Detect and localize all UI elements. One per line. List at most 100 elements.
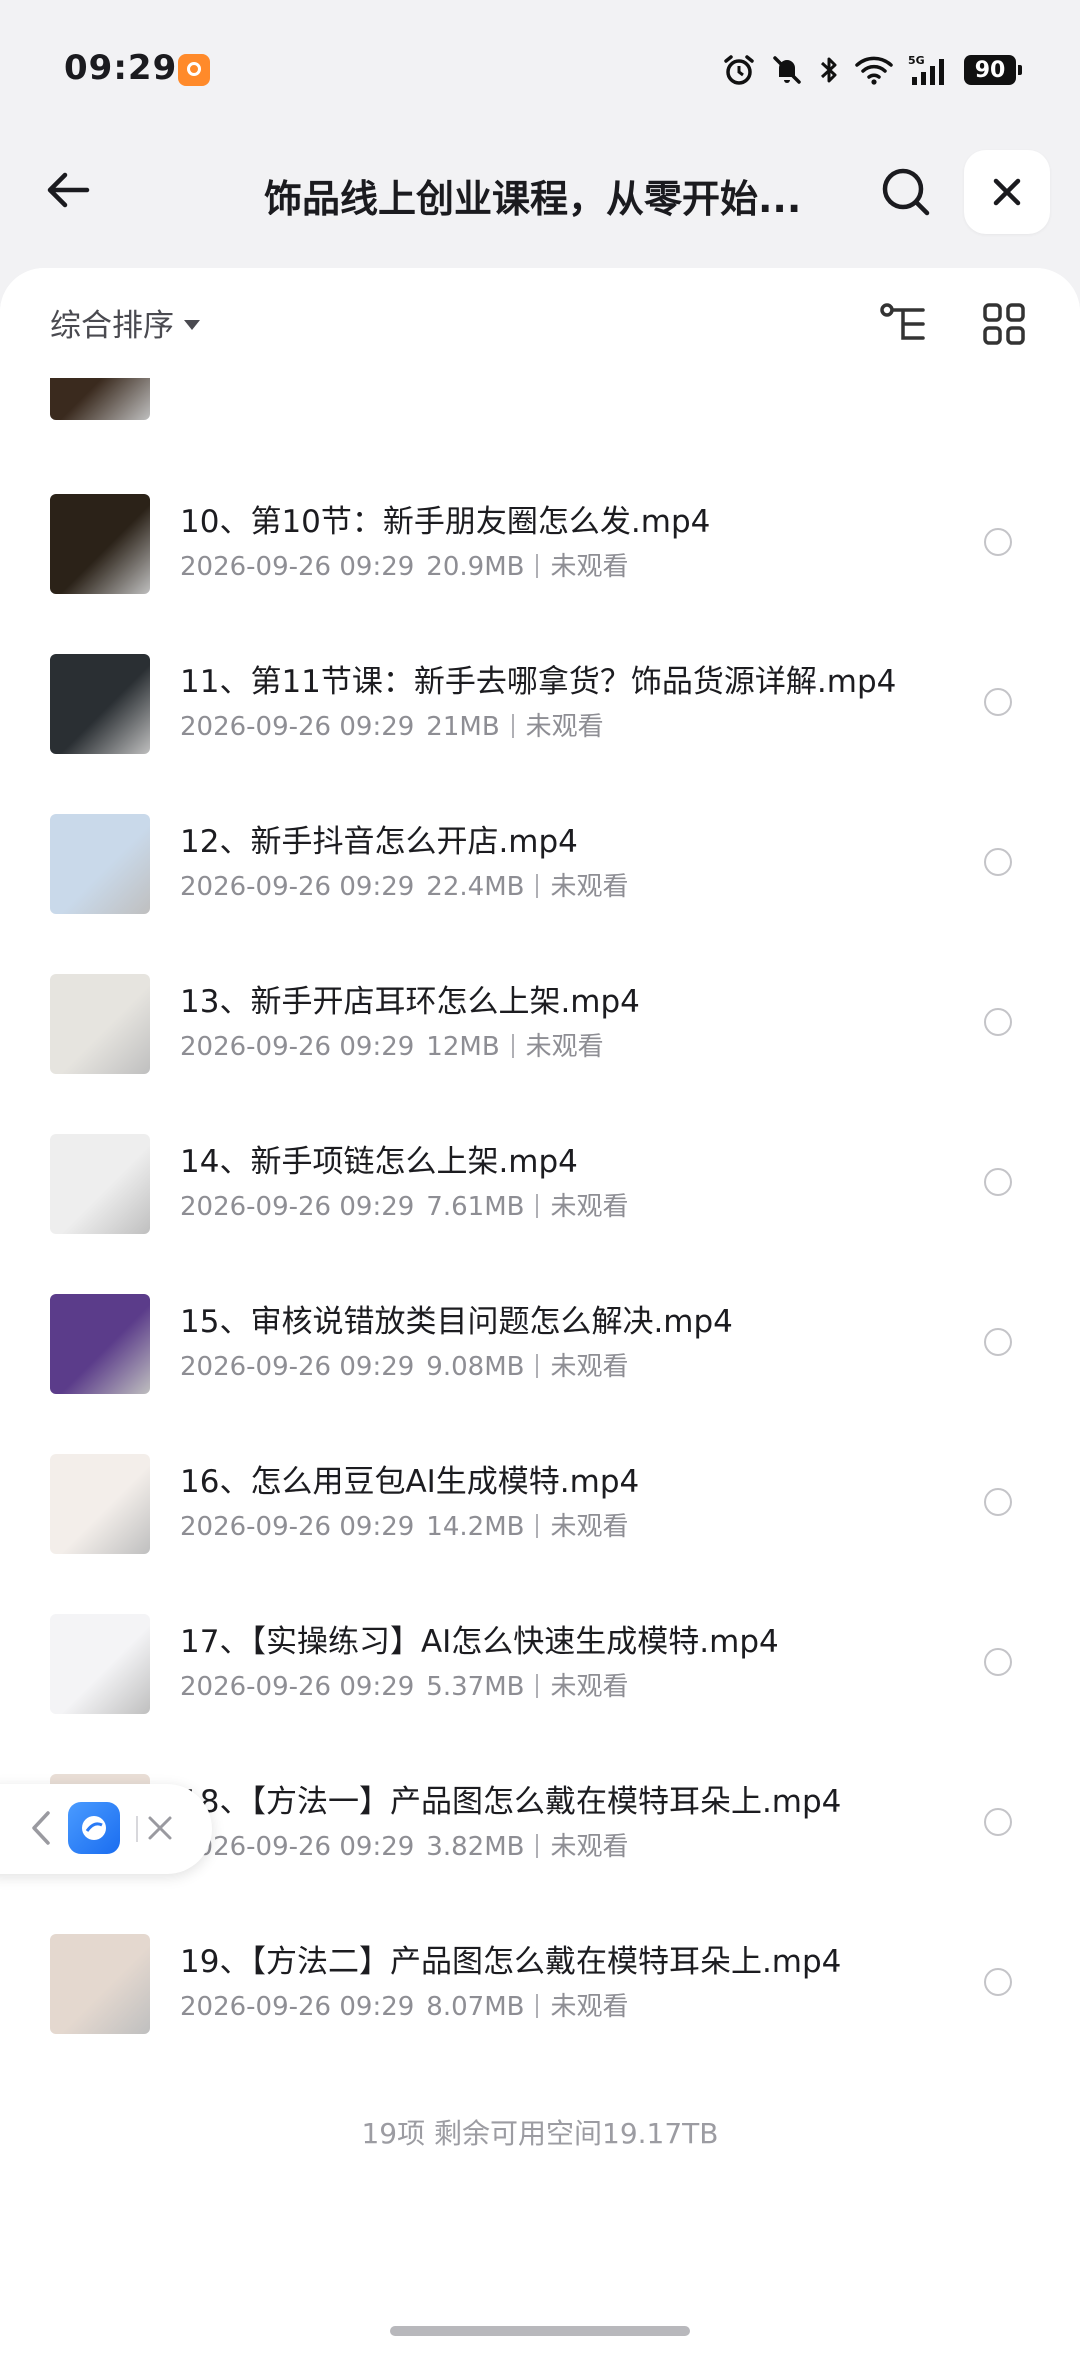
meta-separator	[536, 1514, 539, 1538]
meta-separator	[511, 714, 514, 738]
sort-dropdown[interactable]: 综合排序	[50, 300, 200, 345]
file-name: 17、【实操练习】AI怎么快速生成模特.mp4	[180, 1624, 779, 1660]
file-row[interactable]: 10、第10节：新手朋友圈怎么发.mp4 2026-09-26 09:29 20.9…	[0, 494, 1080, 654]
file-meta: 2026-09-26 09:29 9.08MB 未观看	[180, 1346, 628, 1383]
watch-status: 未观看	[550, 1992, 629, 2022]
watch-status: 未观看	[550, 1832, 629, 1862]
close-icon	[148, 1816, 172, 1840]
search-button[interactable]	[872, 158, 940, 226]
meta-separator	[536, 1354, 539, 1378]
video-thumbnail	[50, 1134, 150, 1234]
select-radio[interactable]	[984, 1648, 1012, 1676]
file-row[interactable]: 17、【实操练习】AI怎么快速生成模特.mp4 2026-09-26 09:29 5…	[0, 1614, 1080, 1774]
file-name: 10、第10节：新手朋友圈怎么发.mp4	[180, 504, 711, 540]
alarm-icon	[724, 55, 754, 85]
file-name: 15、审核说错放类目问题怎么解决.mp4	[180, 1304, 733, 1340]
helper-app-icon[interactable]	[68, 1802, 120, 1854]
tree-view-button[interactable]	[876, 296, 932, 352]
file-date: 2026-09-26 09:29	[180, 1832, 415, 1862]
meta-separator	[536, 874, 539, 898]
select-radio[interactable]	[984, 1328, 1012, 1356]
file-size: 14.2MB	[426, 1512, 525, 1542]
file-size: 9.08MB	[426, 1352, 525, 1382]
helper-collapse-button[interactable]	[26, 1806, 56, 1850]
grid-view-button[interactable]	[976, 296, 1032, 352]
file-size: 8.07MB	[426, 1992, 525, 2022]
watch-status: 未观看	[550, 872, 629, 902]
back-arrow-icon	[47, 172, 90, 208]
file-date: 2026-09-26 09:29	[180, 1032, 415, 1062]
chevron-left-icon	[32, 1811, 50, 1845]
video-thumbnail	[50, 1934, 150, 2034]
watch-status: 未观看	[525, 712, 604, 742]
select-radio[interactable]	[984, 528, 1012, 556]
meta-separator	[536, 1834, 539, 1858]
caret-down-icon	[184, 319, 200, 330]
file-size: 7.61MB	[426, 1192, 525, 1222]
watch-status: 未观看	[550, 1512, 629, 1542]
file-row[interactable]: 15、审核说错放类目问题怎么解决.mp4 2026-09-26 09:29 9.08…	[0, 1294, 1080, 1454]
5g-signal-icon: 5G	[908, 54, 944, 85]
video-thumbnail	[50, 1294, 150, 1394]
file-panel: 综合排序 2026-09-26 09:2916.9MB未观看10、第10节：新手…	[0, 268, 1080, 2354]
helper-close-button[interactable]	[140, 1808, 180, 1848]
select-radio[interactable]	[984, 1168, 1012, 1196]
file-date: 2026-09-26 09:29	[180, 1672, 415, 1702]
file-meta: 2026-09-26 09:29 3.82MB 未观看	[180, 1826, 628, 1863]
select-radio[interactable]	[984, 1008, 1012, 1036]
file-list: 2026-09-26 09:2916.9MB未观看10、第10节：新手朋友圈怎么…	[0, 268, 1080, 2354]
back-button[interactable]	[36, 158, 100, 222]
meta-separator	[536, 554, 539, 578]
video-thumbnail	[50, 974, 150, 1074]
video-thumbnail	[50, 1614, 150, 1714]
file-name: 12、新手抖音怎么开店.mp4	[180, 824, 578, 860]
file-date: 2026-09-26 09:29	[180, 552, 415, 582]
file-meta: 2026-09-26 09:29 20.9MB 未观看	[180, 546, 628, 583]
file-meta: 2026-09-26 09:29 5.37MB 未观看	[180, 1666, 628, 1703]
file-date: 2026-09-26 09:29	[180, 872, 415, 902]
search-icon	[882, 168, 930, 216]
file-name: 19、【方法二】产品图怎么戴在模特耳朵上.mp4	[180, 1944, 842, 1980]
meta-separator	[536, 1194, 539, 1218]
watch-status: 未观看	[550, 1672, 629, 1702]
status-icons: 5G 90	[722, 50, 1022, 90]
select-radio[interactable]	[984, 848, 1012, 876]
video-thumbnail	[50, 494, 150, 594]
select-radio[interactable]	[984, 1488, 1012, 1516]
watch-status: 未观看	[550, 552, 629, 582]
list-toolbar: 综合排序	[0, 268, 1080, 378]
wifi-icon	[855, 56, 893, 85]
meta-separator	[536, 1994, 539, 2018]
select-radio[interactable]	[984, 1968, 1012, 1996]
file-row[interactable]: 19、【方法二】产品图怎么戴在模特耳朵上.mp4 2026-09-26 09:29…	[0, 1934, 1080, 2094]
select-radio[interactable]	[984, 688, 1012, 716]
video-thumbnail	[50, 814, 150, 914]
file-meta: 2026-09-26 09:29 14.2MB 未观看	[180, 1506, 628, 1543]
file-name: 18、【方法一】产品图怎么戴在模特耳朵上.mp4	[180, 1784, 842, 1820]
tree-structure-icon	[880, 303, 925, 340]
file-date: 2026-09-26 09:29	[180, 1512, 415, 1542]
home-indicator[interactable]	[390, 2326, 690, 2336]
file-row[interactable]: 11、第11节课：新手去哪拿货？饰品货源详解.mp4 2026-09-26 09:…	[0, 654, 1080, 814]
file-date: 2026-09-26 09:29	[180, 1192, 415, 1222]
floating-helper[interactable]	[0, 1784, 212, 1874]
file-meta: 2026-09-26 09:29 7.61MB 未观看	[180, 1186, 628, 1223]
sort-label: 综合排序	[50, 308, 174, 344]
select-radio[interactable]	[984, 1808, 1012, 1836]
file-row[interactable]: 13、新手开店耳环怎么上架.mp4 2026-09-26 09:29 12MB 未观看	[0, 974, 1080, 1134]
file-row[interactable]: 14、新手项链怎么上架.mp4 2026-09-26 09:29 7.61MB 未观看	[0, 1134, 1080, 1294]
file-row[interactable]: 16、怎么用豆包AI生成模特.mp4 2026-09-26 09:29 14.2MB…	[0, 1454, 1080, 1614]
watch-status: 未观看	[550, 1192, 629, 1222]
file-date: 2026-09-26 09:29	[180, 1992, 415, 2022]
close-button[interactable]	[964, 150, 1050, 234]
file-size: 12MB	[426, 1032, 500, 1062]
meta-separator	[536, 1674, 539, 1698]
helper-divider	[136, 1816, 138, 1842]
file-name: 13、新手开店耳环怎么上架.mp4	[180, 984, 640, 1020]
app-notification-icon	[178, 54, 210, 86]
title-bar: 饰品线上创业课程，从零开始...	[0, 140, 1080, 270]
mute-icon	[773, 56, 801, 84]
file-size: 22.4MB	[426, 872, 525, 902]
file-row[interactable]: 12、新手抖音怎么开店.mp4 2026-09-26 09:29 22.4MB 未观看	[0, 814, 1080, 974]
file-name: 14、新手项链怎么上架.mp4	[180, 1144, 578, 1180]
